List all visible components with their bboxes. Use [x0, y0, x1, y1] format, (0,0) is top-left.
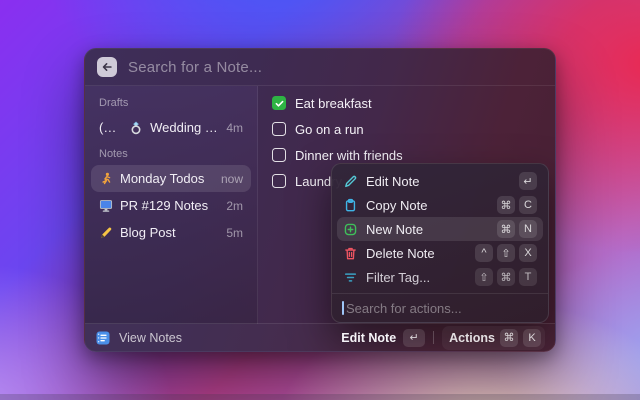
edit-pencil-icon — [343, 174, 358, 189]
n-keycap: N — [519, 220, 537, 238]
menu-item-label: Copy Note — [366, 198, 427, 213]
sidebar-item-label: PR #129 Notes — [120, 198, 208, 213]
menu-item-new-note[interactable]: New Note ⌘ N — [337, 217, 543, 241]
sidebar-item-wedding-gift-ideas[interactable]: (Draft) Wedding Gift Ideas 4m — [91, 114, 251, 141]
actions-button[interactable]: Actions ⌘ K — [442, 326, 545, 350]
text-cursor — [342, 301, 344, 315]
desktop-background: Search for a Note... Drafts (Draft) Wedd… — [0, 0, 640, 400]
menu-item-filter-tag[interactable]: Filter Tag... ⇧ ⌘ T — [337, 265, 543, 289]
action-menu-panel: Edit Note ↵ Copy Note ⌘ C New Note — [331, 163, 549, 323]
x-keycap: X — [519, 244, 537, 262]
item-timestamp: now — [221, 172, 243, 186]
shift-keycap: ⇧ — [497, 244, 515, 262]
menu-item-edit-note[interactable]: Edit Note ↵ — [337, 169, 543, 193]
trash-icon — [343, 246, 358, 261]
sidebar-item-blog-post[interactable]: Blog Post 5m — [91, 219, 251, 246]
note-search-input[interactable]: Search for a Note... — [128, 59, 262, 76]
menu-item-label: Delete Note — [366, 246, 435, 261]
cmd-keycap: ⌘ — [497, 220, 515, 238]
sidebar-item-label: Blog Post — [120, 225, 176, 240]
menu-item-label: Edit Note — [366, 174, 419, 189]
back-arrow-icon — [100, 60, 114, 74]
primary-action-button[interactable]: Edit Note ↵ — [341, 329, 425, 347]
filter-icon — [343, 270, 358, 285]
item-timestamp: 2m — [226, 199, 243, 213]
notes-sidebar: Drafts (Draft) Wedding Gift Ideas 4m Not… — [85, 86, 258, 324]
checkbox-unchecked[interactable] — [272, 148, 286, 162]
current-command-label: View Notes — [119, 331, 182, 345]
sidebar-item-label: Monday Todos — [120, 171, 204, 186]
cmd-keycap: ⌘ — [497, 196, 515, 214]
checkbox-checked[interactable] — [272, 96, 286, 110]
menu-item-delete-note[interactable]: Delete Note ^ ⇧ X — [337, 241, 543, 265]
shift-keycap: ⇧ — [475, 268, 493, 286]
t-keycap: T — [519, 268, 537, 286]
draft-prefix: (Draft) — [99, 120, 122, 135]
sidebar-item-pr-129-notes[interactable]: PR #129 Notes 2m — [91, 192, 251, 219]
cmd-keycap: ⌘ — [500, 329, 518, 347]
clipboard-icon — [343, 198, 358, 213]
search-header: Search for a Note... — [85, 49, 555, 86]
drafts-section-header: Drafts — [91, 90, 251, 114]
action-search-input[interactable]: Search for actions... — [332, 294, 548, 322]
todo-item: Go on a run — [272, 116, 541, 142]
cmd-keycap: ⌘ — [497, 268, 515, 286]
menu-item-label: New Note — [366, 222, 423, 237]
item-timestamp: 4m — [226, 121, 243, 135]
monitor-icon — [99, 199, 113, 213]
checkbox-unchecked[interactable] — [272, 174, 286, 188]
runner-icon — [99, 172, 113, 186]
primary-action-label: Edit Note — [341, 331, 396, 345]
todo-label: Dinner with friends — [295, 148, 403, 163]
checkbox-unchecked[interactable] — [272, 122, 286, 136]
k-keycap: K — [523, 329, 541, 347]
return-keycap: ↵ — [519, 172, 537, 190]
actions-label: Actions — [449, 331, 495, 345]
todo-label: Eat breakfast — [295, 96, 372, 111]
todo-label: Go on a run — [295, 122, 364, 137]
return-keycap: ↵ — [403, 329, 425, 347]
raycast-window: Search for a Note... Drafts (Draft) Wedd… — [84, 48, 556, 352]
notes-section-header: Notes — [91, 141, 251, 165]
plus-square-icon — [343, 222, 358, 237]
item-timestamp: 5m — [226, 226, 243, 240]
current-command: View Notes — [95, 330, 182, 346]
c-keycap: C — [519, 196, 537, 214]
sidebar-item-label: Wedding Gift Ideas — [150, 120, 219, 135]
back-button[interactable] — [97, 57, 117, 77]
notes-app-icon — [95, 330, 111, 346]
menu-item-copy-note[interactable]: Copy Note ⌘ C — [337, 193, 543, 217]
action-search-placeholder: Search for actions... — [346, 301, 462, 316]
ring-icon — [129, 121, 143, 135]
footer-bar: View Notes Edit Note ↵ Actions ⌘ K — [85, 323, 555, 351]
footer-divider — [433, 331, 434, 344]
sidebar-item-monday-todos[interactable]: Monday Todos now — [91, 165, 251, 192]
pencil-icon — [99, 226, 113, 240]
menu-item-label: Filter Tag... — [366, 270, 430, 285]
ctrl-keycap: ^ — [475, 244, 493, 262]
todo-item: Eat breakfast — [272, 90, 541, 116]
